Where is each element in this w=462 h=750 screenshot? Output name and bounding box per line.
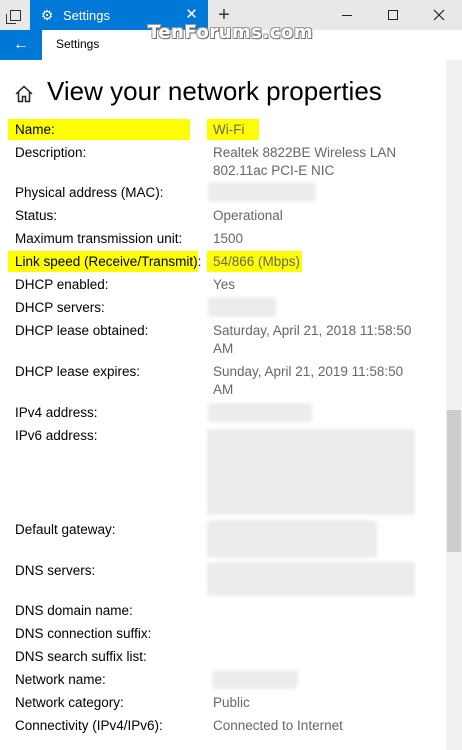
property-label: Description: — [15, 145, 87, 160]
redacted-value — [207, 562, 415, 596]
property-label: DNS connection suffix: — [15, 626, 152, 641]
property-label: DHCP servers: — [15, 300, 105, 315]
property-label: Name: — [15, 122, 55, 137]
redacted-value — [208, 297, 276, 317]
redacted-value — [207, 520, 377, 558]
property-value: 54/866 (Mbps) — [213, 254, 301, 269]
property-label: DHCP enabled: — [15, 277, 109, 292]
property-value: Connected to Internet — [213, 718, 343, 733]
close-tab-icon[interactable]: ✕ — [185, 7, 198, 22]
property-value: Yes — [213, 277, 236, 292]
property-label: Connectivity (IPv4/IPv6): — [15, 718, 163, 733]
property-value: Saturday, April 21, 2018 11:58:50 AM — [213, 323, 412, 356]
property-value: Realtek 8822BE Wireless LAN 802.11ac PCI… — [213, 145, 397, 178]
maximize-icon — [388, 10, 398, 20]
home-icon[interactable] — [14, 84, 34, 104]
property-label: Physical address (MAC): — [15, 185, 164, 200]
vertical-scrollbar[interactable] — [446, 60, 462, 750]
watermark: TenForums.com — [148, 22, 314, 43]
tab-title: Settings — [63, 7, 110, 23]
property-value: Operational — [213, 208, 283, 223]
minimize-button[interactable] — [324, 0, 370, 30]
property-value: 1500 — [213, 231, 244, 246]
app-title: Settings — [56, 37, 100, 51]
scrollbar-thumb[interactable] — [447, 410, 461, 552]
property-value: Sunday, April 21, 2019 11:58:50 AM — [213, 364, 404, 397]
property-label: DHCP lease expires: — [15, 364, 141, 379]
property-value: Wi-Fi — [213, 122, 245, 137]
property-label: Network name: — [15, 672, 106, 687]
property-label: Maximum transmission unit: — [15, 231, 183, 246]
property-label: DNS servers: — [15, 563, 96, 578]
redacted-value — [212, 670, 298, 689]
minimize-icon — [342, 14, 352, 16]
page-title: View your network properties — [47, 76, 382, 106]
property-label: IPv6 address: — [15, 428, 98, 443]
property-label: DHCP lease obtained: — [15, 323, 149, 338]
redacted-value — [207, 429, 415, 515]
close-window-button[interactable] — [416, 0, 462, 30]
maximize-button[interactable] — [370, 0, 416, 30]
redacted-value — [208, 403, 312, 422]
close-icon — [433, 9, 445, 21]
property-label: Default gateway: — [15, 522, 116, 537]
gear-icon: ⚙ — [40, 7, 54, 23]
property-label: Network category: — [15, 695, 124, 710]
property-label: DNS domain name: — [15, 603, 133, 618]
redacted-value — [208, 182, 316, 202]
back-arrow-icon: ← — [13, 36, 29, 53]
property-label: DNS search suffix list: — [15, 649, 147, 664]
property-label: Link speed (Receive/Transmit): — [15, 254, 202, 269]
back-button[interactable]: ← — [0, 30, 42, 60]
property-label: Status: — [15, 208, 58, 223]
property-value: Public — [213, 695, 250, 710]
task-view-icon[interactable] — [0, 0, 30, 30]
property-label: IPv4 address: — [15, 405, 98, 420]
